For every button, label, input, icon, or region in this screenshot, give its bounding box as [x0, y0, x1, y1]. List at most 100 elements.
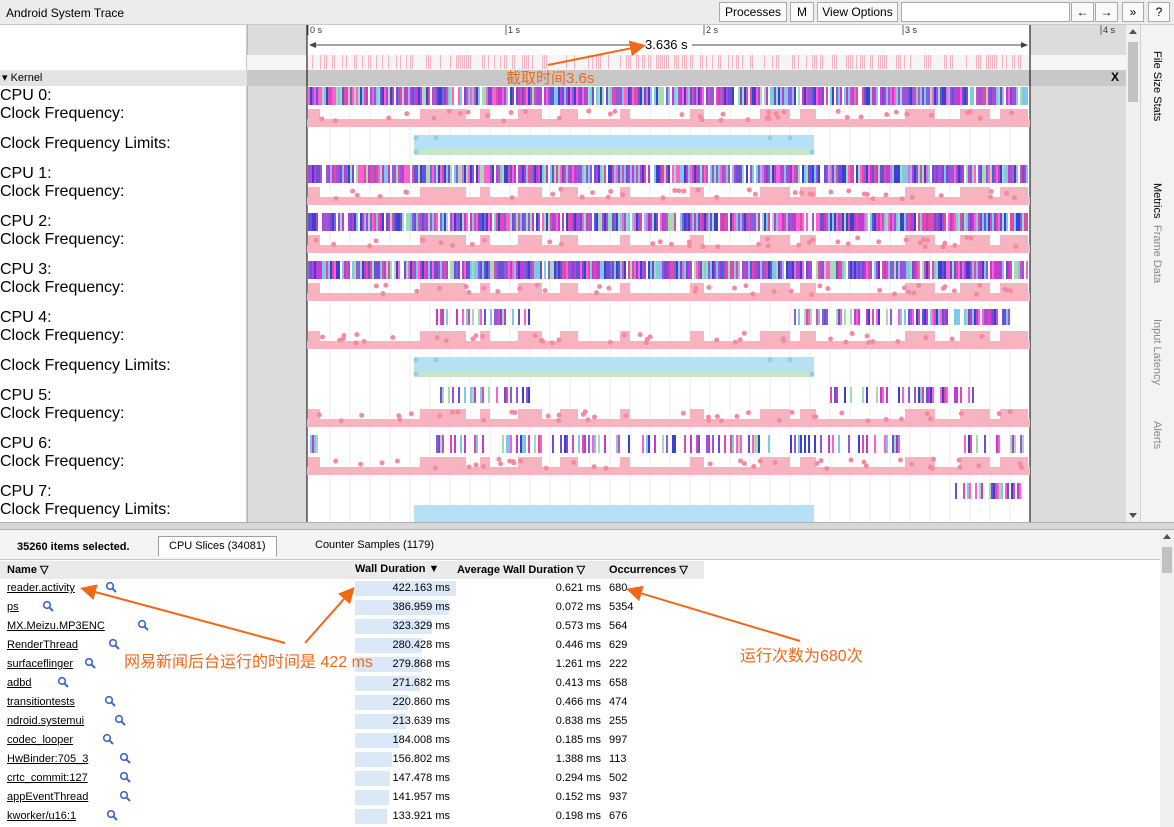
occurrences-value: 658: [609, 677, 628, 689]
scroll-down-icon[interactable]: [1129, 513, 1137, 518]
process-name-link[interactable]: adbd: [7, 677, 31, 689]
m-button[interactable]: M: [790, 2, 814, 22]
process-name-link[interactable]: transitiontests: [7, 696, 75, 708]
more-button[interactable]: »: [1122, 2, 1144, 22]
track-view[interactable]: 0 s 1 s 2 s 3 s 4 s 3.636 s ▾ Kernel X 截…: [0, 25, 1140, 522]
column-header-name[interactable]: Name ▽: [7, 563, 48, 576]
process-name-link[interactable]: ps: [7, 601, 19, 613]
process-name-link[interactable]: HwBinder:705_3: [7, 753, 88, 765]
magnifier-icon[interactable]: [119, 752, 131, 764]
table-row[interactable]: transitiontests 220.860 ms 0.466 ms 474: [0, 694, 704, 713]
table-row[interactable]: ps 386.959 ms 0.072 ms 5354: [0, 599, 704, 618]
cpu-slice: [560, 435, 562, 453]
process-name-link[interactable]: appEventThread: [7, 791, 88, 803]
cpu-slice: [778, 261, 780, 279]
magnifier-icon[interactable]: [84, 657, 96, 669]
process-name-link[interactable]: surfaceflinger: [7, 658, 73, 670]
processes-button[interactable]: Processes: [719, 2, 787, 22]
cpu-slice: [584, 213, 586, 231]
frequency-point: [606, 285, 612, 291]
column-header-average-wall-duration[interactable]: Average Wall Duration ▽: [457, 563, 585, 576]
table-scrollbar[interactable]: [1160, 530, 1174, 827]
cpu-slice: [662, 435, 664, 453]
frequency-point: [643, 339, 649, 345]
side-tab-input-latency[interactable]: Input Latency: [1151, 319, 1163, 385]
magnifier-icon[interactable]: [108, 638, 120, 650]
ruler-mark: [598, 55, 599, 69]
side-tab-alerts[interactable]: Alerts: [1151, 421, 1163, 449]
cpu-slice: [936, 213, 938, 231]
magnifier-icon[interactable]: [57, 676, 69, 688]
panel-resize-handle[interactable]: [0, 522, 1174, 530]
magnifier-icon[interactable]: [119, 790, 131, 802]
scroll-up-icon[interactable]: [1163, 534, 1171, 539]
side-tab-metrics[interactable]: Metrics: [1151, 183, 1163, 218]
process-name-link[interactable]: reader.activity: [7, 582, 75, 594]
table-row[interactable]: appEventThread 141.957 ms 0.152 ms 937: [0, 789, 704, 808]
timeline-canvas[interactable]: [0, 25, 1126, 522]
cpu-slice: [698, 435, 700, 453]
magnifier-icon[interactable]: [42, 600, 54, 612]
view-options-button[interactable]: View Options: [817, 2, 898, 22]
cpu-slice: [530, 213, 532, 231]
cpu-slice: [336, 165, 338, 183]
cpu-slice: [326, 213, 328, 231]
kernel-group-toggle[interactable]: ▾ Kernel: [2, 71, 42, 84]
column-header-occurrences[interactable]: Occurrences ▽: [609, 563, 688, 576]
scrollbar-thumb[interactable]: [1128, 42, 1138, 102]
cpu-slice: [714, 213, 716, 231]
magnifier-icon[interactable]: [114, 714, 126, 726]
table-row[interactable]: kworker/u16:1 133.921 ms 0.198 ms 676: [0, 808, 704, 827]
cpu-slice: [572, 435, 574, 453]
cpu-slice: [998, 87, 1000, 105]
forward-arrow-icon[interactable]: →: [1095, 2, 1118, 22]
process-name-link[interactable]: ndroid.systemui: [7, 715, 84, 727]
kernel-close-icon[interactable]: X: [1111, 70, 1119, 84]
process-name-link[interactable]: codec_looper: [7, 734, 73, 746]
table-row[interactable]: reader.activity 422.163 ms 0.621 ms 680: [0, 580, 704, 599]
frequency-point: [511, 460, 517, 466]
table-row[interactable]: codec_looper 184.008 ms 0.185 ms 997: [0, 732, 704, 751]
cpu-slice: [1013, 483, 1015, 499]
scroll-up-icon[interactable]: [1129, 29, 1137, 34]
process-name-link[interactable]: crtc_commit:127: [7, 772, 88, 784]
magnifier-icon[interactable]: [106, 809, 118, 821]
cpu-slice: [482, 435, 484, 453]
process-name-link[interactable]: RenderThread: [7, 639, 78, 651]
column-header-wall-duration[interactable]: Wall Duration ▼: [355, 563, 439, 575]
magnifier-icon[interactable]: [119, 771, 131, 783]
help-button[interactable]: ?: [1148, 2, 1170, 22]
table-row[interactable]: crtc_commit:127 147.478 ms 0.294 ms 502: [0, 770, 704, 789]
table-row[interactable]: ndroid.systemui 213.639 ms 0.838 ms 255: [0, 713, 704, 732]
track-scrollbar[interactable]: [1126, 25, 1140, 522]
magnifier-icon[interactable]: [105, 581, 117, 593]
cpu-slice: [560, 261, 562, 279]
table-row[interactable]: HwBinder:705_3 156.802 ms 1.388 ms 113: [0, 751, 704, 770]
cpu-slice: [562, 165, 564, 183]
frequency-point: [657, 239, 663, 245]
magnifier-icon[interactable]: [104, 695, 116, 707]
cpu-slice: [476, 213, 478, 231]
tab-counter-samples[interactable]: Counter Samples (1179): [305, 536, 444, 557]
cpu-slice: [476, 261, 478, 279]
frequency-point: [481, 417, 487, 423]
back-arrow-icon[interactable]: ←: [1071, 2, 1094, 22]
cpu-slice: [938, 309, 940, 325]
frequency-point: [977, 282, 983, 288]
table-row[interactable]: adbd 271.682 ms 0.413 ms 658: [0, 675, 704, 694]
scrollbar-thumb[interactable]: [1162, 547, 1172, 573]
cpu-slice: [438, 87, 440, 105]
table-row[interactable]: MX.Meizu.MP3ENC 323.329 ms 0.573 ms 564: [0, 618, 704, 637]
side-tab-frame-data[interactable]: Frame Data: [1151, 225, 1163, 283]
process-name-link[interactable]: kworker/u16:1: [7, 810, 76, 822]
frequency-point: [558, 186, 564, 192]
magnifier-icon[interactable]: [102, 733, 114, 745]
process-name-link[interactable]: MX.Meizu.MP3ENC: [7, 620, 105, 632]
side-tab-file-size-stats[interactable]: File Size Stats: [1151, 51, 1163, 121]
magnifier-icon[interactable]: [137, 619, 149, 631]
cpu-slice: [570, 87, 572, 105]
ruler-mark: [980, 55, 981, 69]
cpu-slice: [558, 165, 560, 183]
search-input[interactable]: [901, 2, 1070, 22]
tab-cpu-slices[interactable]: CPU Slices (34081): [158, 536, 277, 557]
